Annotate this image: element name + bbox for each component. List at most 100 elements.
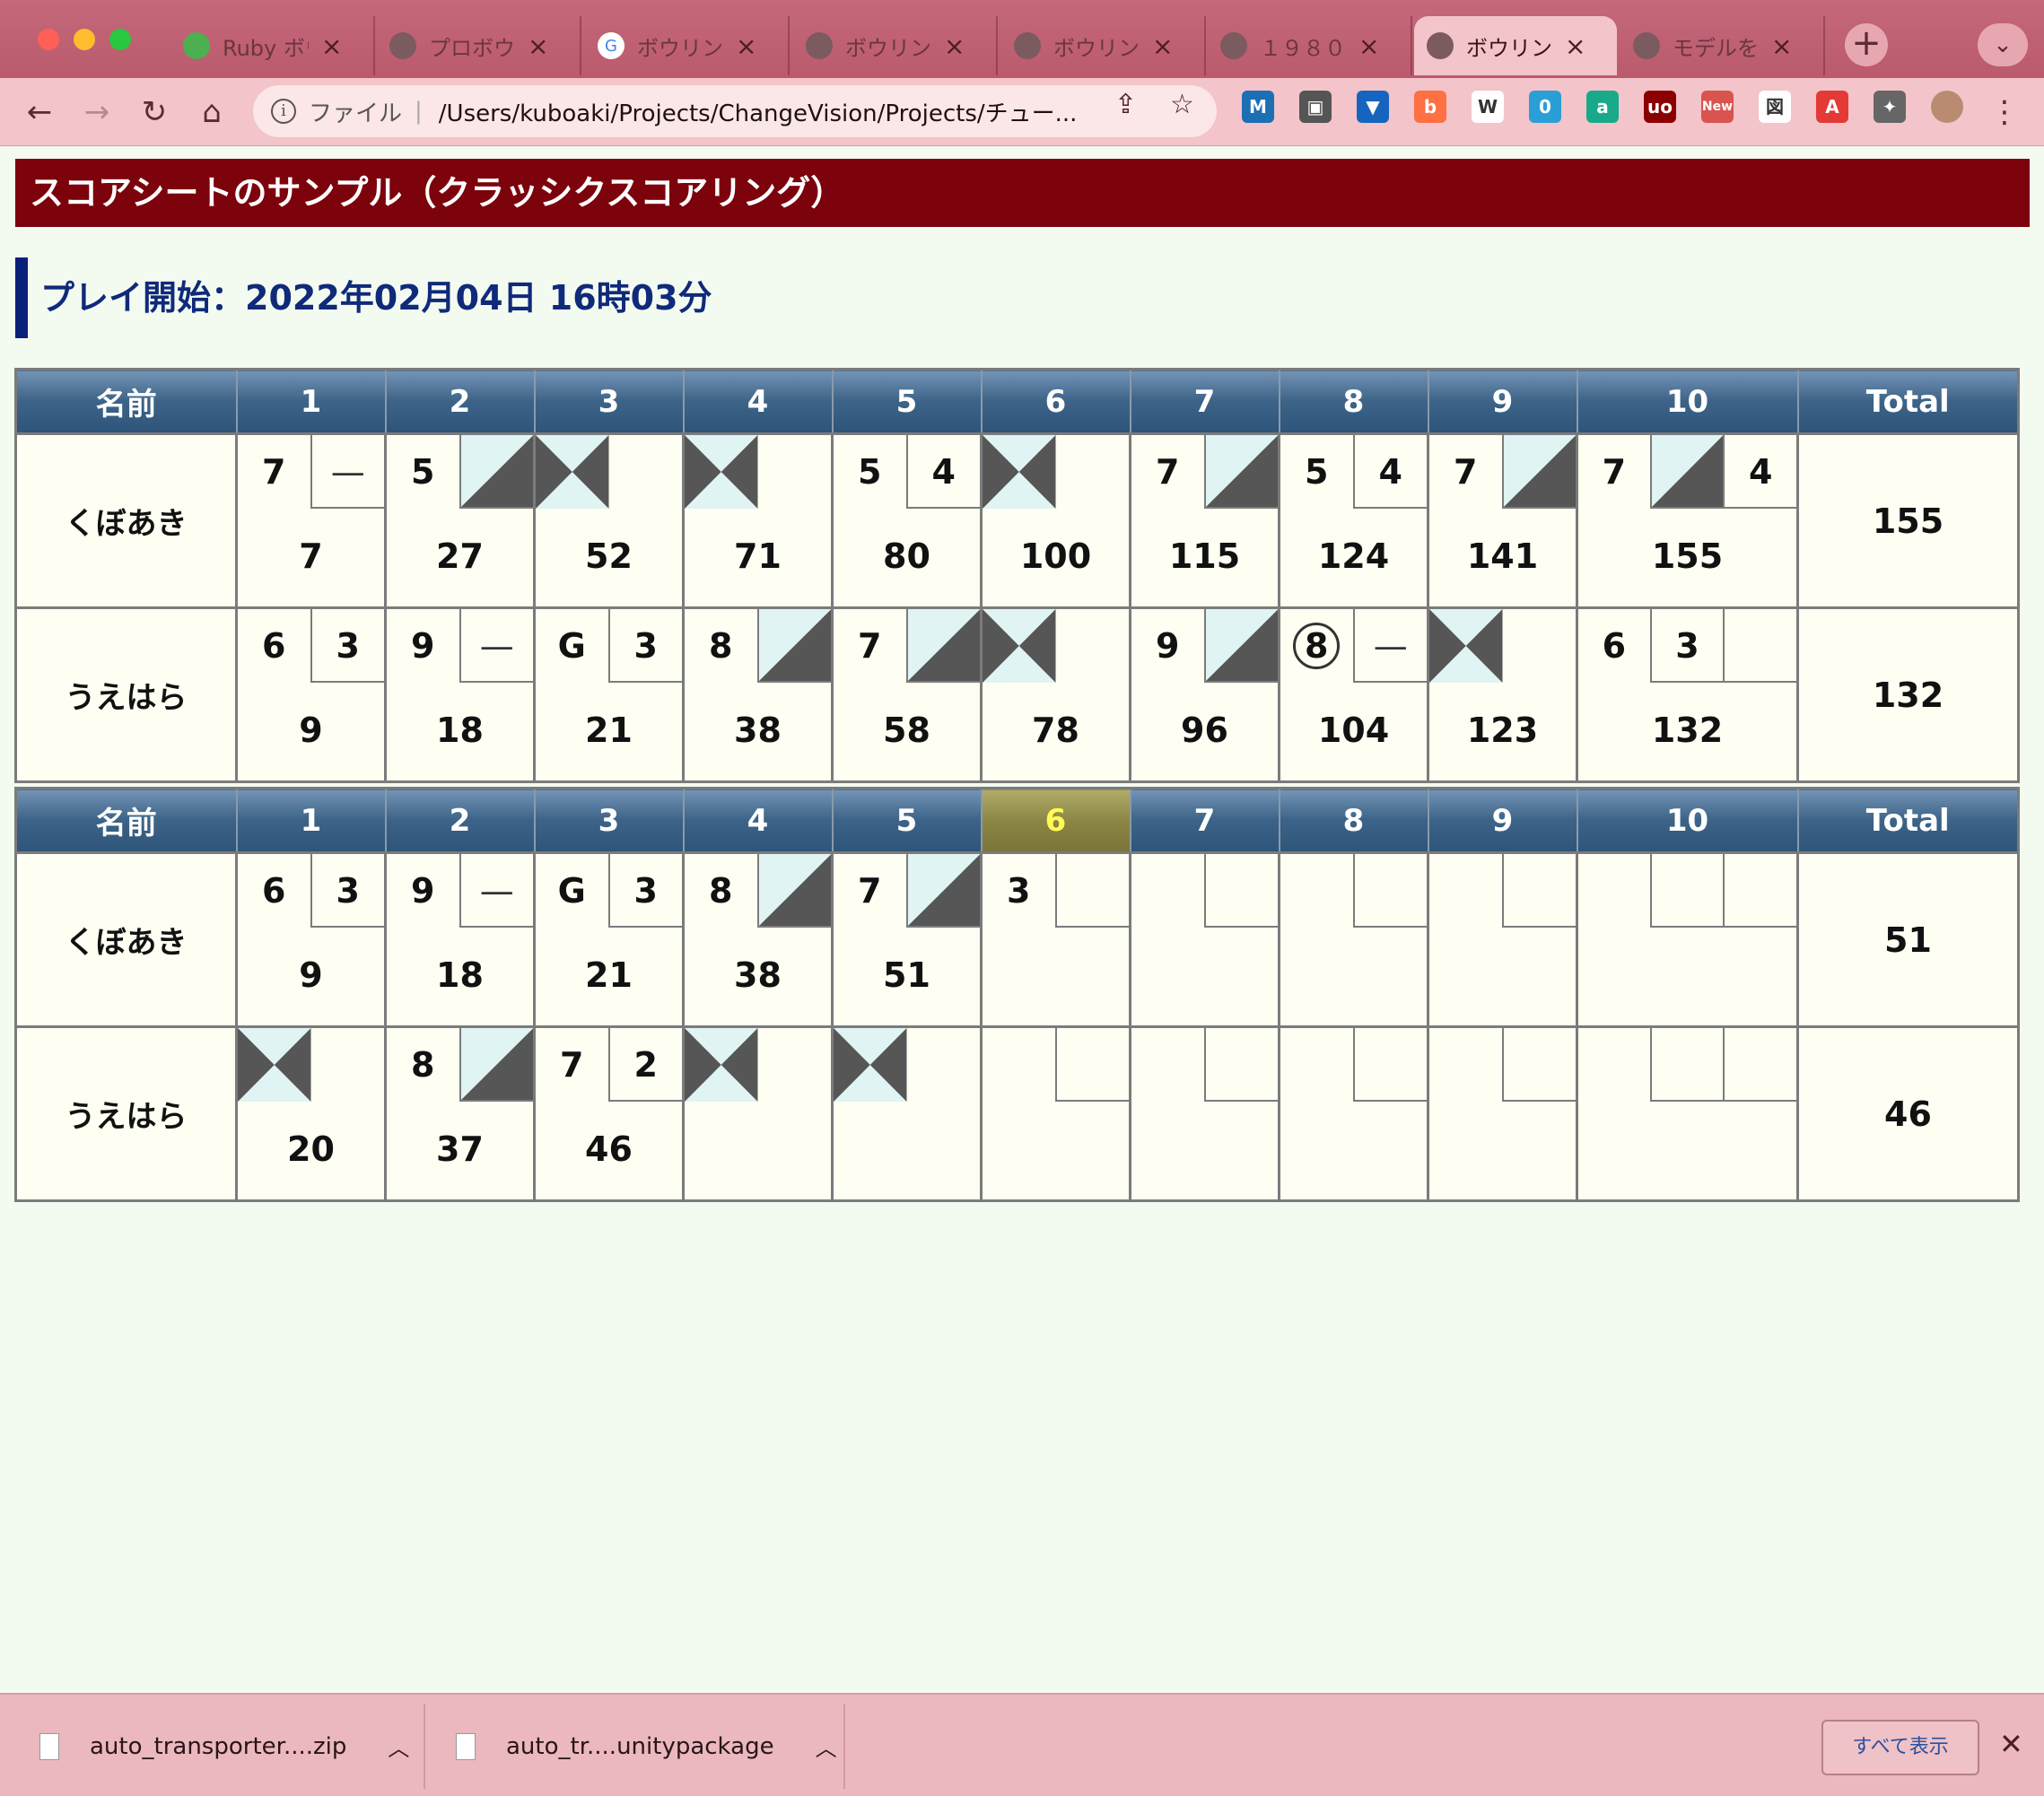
zip-file-icon — [39, 1732, 59, 1760]
ball-1: 9 — [411, 626, 435, 666]
close-tab-icon[interactable]: × — [1152, 31, 1173, 61]
show-all-downloads-button[interactable]: すべて表示 — [1821, 1720, 1979, 1775]
extension-icon[interactable]: a — [1586, 91, 1619, 123]
frame-cell: 5 27 — [384, 432, 536, 609]
close-tab-icon[interactable]: × — [1358, 31, 1379, 61]
tab-4[interactable]: ボウリング × — [793, 16, 998, 75]
frame-cell: 52 — [533, 432, 685, 609]
tab-search-button[interactable]: ⌄ — [1978, 23, 2028, 66]
extension-icon[interactable]: W — [1472, 91, 1504, 123]
minimize-window-button[interactable] — [74, 29, 95, 50]
profile-avatar[interactable] — [1931, 91, 1963, 123]
score-table: 名前 1 2 3 4 5 6 7 8 9 10 Total くぼあき 7—7 5 27 52 71 5 4 80 100 7… — [14, 368, 2020, 783]
strike-ball — [983, 435, 1056, 509]
frame-cell — [1427, 1025, 1578, 1202]
close-tab-icon[interactable]: × — [1565, 31, 1585, 61]
page-title: スコアシートのサンプル（クラッシクスコアリング） — [15, 159, 2030, 227]
forward-button[interactable]: → — [75, 91, 118, 134]
frame-cell — [1278, 1025, 1429, 1202]
frame-cell: 7 2 46 — [533, 1025, 685, 1202]
cumulative-score: 78 — [1032, 711, 1079, 750]
tab-label: １９８０ — [1260, 35, 1346, 61]
header-row: 名前 1 2 3 4 5 6 7 8 9 10 Total — [14, 787, 2020, 854]
cumulative-score: 71 — [734, 536, 782, 576]
header-row: 名前 1 2 3 4 5 6 7 8 9 10 Total — [14, 368, 2020, 435]
close-tab-icon[interactable]: × — [1771, 31, 1792, 61]
address-scheme: ファイル — [309, 100, 403, 127]
tab-2[interactable]: プロボウラ × — [377, 16, 581, 75]
divider — [843, 1704, 845, 1789]
ball-2 — [1054, 1028, 1129, 1102]
frame-cell — [1576, 1025, 1799, 1202]
download-item[interactable]: auto_transporter....zip ︿ — [39, 1695, 409, 1796]
frame-cell: 9 — 18 — [384, 851, 536, 1028]
close-window-button[interactable] — [38, 29, 59, 50]
menu-kebab-icon[interactable]: ⋮ — [1983, 91, 2026, 134]
frame-cell: 3 — [980, 851, 1131, 1028]
reload-button[interactable]: ↻ — [133, 91, 176, 134]
spare-mark — [460, 435, 533, 507]
download-item[interactable]: auto_tr....unitypackage ︿ — [456, 1695, 837, 1796]
extension-icon[interactable]: New — [1701, 91, 1734, 123]
extension-icon[interactable]: ▼ — [1357, 91, 1389, 123]
tab-label: ボウリング — [637, 35, 723, 61]
zoom-window-button[interactable] — [109, 29, 131, 50]
close-tab-icon[interactable]: × — [321, 31, 342, 61]
player-name: くぼあき — [14, 851, 238, 1028]
ball-2 — [1501, 854, 1576, 928]
cumulative-score: 9 — [299, 955, 323, 995]
tab-8[interactable]: モデルを作 × — [1620, 16, 1825, 75]
ball-2 — [1203, 435, 1278, 509]
close-tab-icon[interactable]: × — [944, 31, 965, 61]
extension-icon[interactable]: uo — [1644, 91, 1676, 123]
tab-5[interactable]: ボウリング × — [1001, 16, 1206, 75]
ball-2 — [609, 435, 683, 509]
ball-1 — [1131, 854, 1204, 928]
extension-icon[interactable]: 図 — [1759, 91, 1791, 123]
address-bar[interactable]: i ファイル | /Users/kuboaki/Projects/ChangeV… — [253, 85, 1217, 137]
info-icon[interactable]: i — [271, 99, 296, 124]
close-tab-icon[interactable]: × — [736, 31, 756, 61]
extension-icon[interactable]: M — [1242, 91, 1274, 123]
total-score: 155 — [1796, 432, 2020, 609]
tab-6[interactable]: １９８０ × — [1208, 16, 1412, 75]
spare-mark — [1205, 609, 1278, 681]
extension-icon[interactable]: b — [1414, 91, 1446, 123]
ball-1: 8 — [1280, 609, 1353, 683]
cumulative-score: 96 — [1181, 711, 1228, 750]
chevron-up-icon[interactable]: ︿ — [388, 1731, 409, 1762]
home-button[interactable]: ⌂ — [190, 91, 233, 134]
ball-2 — [1503, 609, 1577, 683]
ball-3 — [1723, 854, 1797, 928]
tab-3[interactable]: G ボウリング × — [585, 16, 790, 75]
ball-2 — [1649, 854, 1724, 928]
extension-icon[interactable]: A — [1816, 91, 1848, 123]
extension-icon[interactable]: 0 — [1529, 91, 1561, 123]
chevron-up-icon[interactable]: ︿ — [816, 1731, 837, 1762]
ball-2: 3 — [607, 854, 682, 928]
ball-2 — [1649, 435, 1724, 509]
frame-header-9: 9 — [1427, 368, 1578, 435]
extension-icon[interactable]: ✦ — [1874, 91, 1906, 123]
back-button[interactable]: ← — [18, 91, 61, 134]
close-tab-icon[interactable]: × — [528, 31, 548, 61]
frame-header-4: 4 — [682, 368, 834, 435]
bookmark-star-icon[interactable]: ☆ — [1170, 89, 1194, 120]
ball-2 — [1056, 609, 1130, 683]
frame-cell — [1278, 851, 1429, 1028]
extension-icon[interactable]: ▣ — [1299, 91, 1332, 123]
frame-header-2: 2 — [384, 787, 536, 854]
tab-1[interactable]: Ruby ボウ × — [170, 16, 375, 75]
ball-1: 7 — [1156, 452, 1180, 492]
download-filename: auto_transporter....zip — [90, 1732, 347, 1760]
share-icon[interactable]: ⇪ — [1114, 89, 1137, 120]
tab-7[interactable]: ボウリング × — [1414, 16, 1617, 75]
ball-1 — [983, 1028, 1055, 1102]
cumulative-score: 38 — [734, 955, 782, 995]
new-tab-button[interactable]: + — [1845, 23, 1888, 66]
frame-cell: 9 — 18 — [384, 606, 536, 783]
player-name: うえはら — [14, 606, 238, 783]
close-icon[interactable]: ✕ — [1999, 1727, 2023, 1761]
ball-2 — [311, 1028, 385, 1102]
globe-icon — [1427, 32, 1454, 59]
